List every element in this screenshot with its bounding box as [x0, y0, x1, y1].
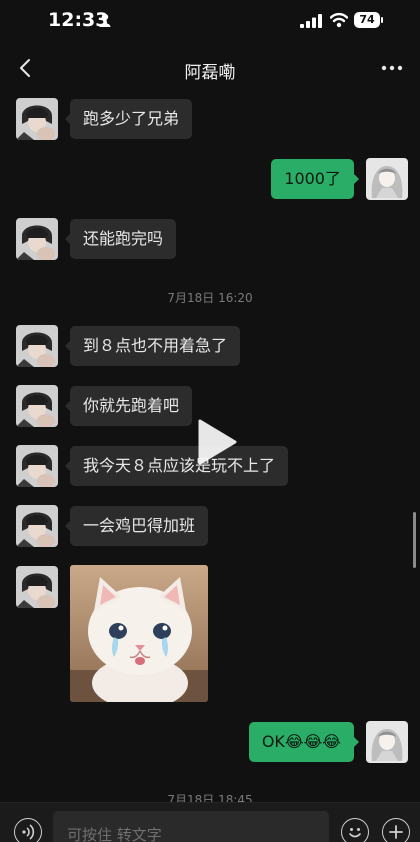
play-icon[interactable]: [196, 418, 238, 466]
message-bubble-outgoing[interactable]: 1000了: [271, 159, 359, 199]
message-bubble-incoming[interactable]: 我今天８点应该是玩不上了: [64, 446, 289, 486]
chat-title: 阿磊嘞: [184, 63, 236, 83]
laughing-emoji: 😂😂😂: [284, 732, 341, 751]
message-bubble-incoming[interactable]: 还能跑完吗: [64, 219, 177, 259]
wifi-icon: [330, 12, 348, 28]
battery-level: 74: [359, 13, 375, 26]
signal-icon: [300, 14, 322, 28]
contact-avatar[interactable]: [16, 385, 58, 427]
crying-kitten-image[interactable]: [70, 565, 208, 702]
contact-avatar[interactable]: [16, 566, 58, 608]
message-input[interactable]: 可按住 转文字: [53, 811, 329, 842]
more-icon[interactable]: [380, 58, 404, 78]
battery-tip: [381, 17, 383, 23]
scrollbar[interactable]: [413, 512, 416, 568]
contact-avatar[interactable]: [16, 325, 58, 367]
status-bar: 12:33 74: [0, 0, 420, 40]
my-avatar[interactable]: [366, 158, 408, 200]
message-timestamp: 7月18日 16:20: [167, 291, 253, 305]
chat-screen: 12:33 74 阿磊嘞 跑多少了兄弟 1000了 还能跑完吗 7月18日 16…: [0, 0, 420, 842]
add-icon[interactable]: [382, 818, 410, 842]
battery-icon: 74: [354, 12, 384, 28]
voice-icon[interactable]: [14, 818, 42, 842]
message-bubble-incoming[interactable]: 跑多少了兄弟: [64, 99, 193, 139]
message-bubble-incoming[interactable]: 你就先跑着吧: [64, 386, 193, 426]
contact-avatar[interactable]: [16, 445, 58, 487]
my-avatar[interactable]: [366, 721, 408, 763]
contact-avatar[interactable]: [16, 218, 58, 260]
message-bubble-incoming[interactable]: 到８点也不用着急了: [64, 326, 241, 366]
contact-avatar[interactable]: [16, 98, 58, 140]
input-placeholder: 可按住 转文字: [67, 826, 162, 842]
message-bubble-outgoing[interactable]: OK😂😂😂: [248, 722, 360, 762]
input-bar: 可按住 转文字: [0, 802, 420, 842]
contact-avatar[interactable]: [16, 505, 58, 547]
emoji-icon[interactable]: [341, 818, 369, 842]
message-bubble-incoming[interactable]: 一会鸡巴得加班: [64, 506, 209, 546]
message-text: OK: [261, 732, 285, 751]
chat-header: 阿磊嘞: [0, 44, 420, 94]
person-icon: [99, 13, 111, 27]
